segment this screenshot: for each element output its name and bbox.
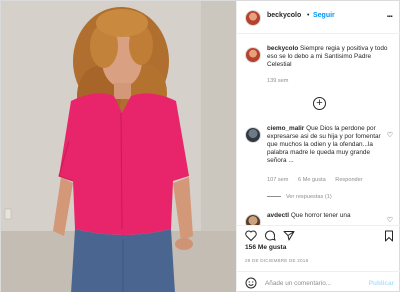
comment-text: avdectl Que horror tener una	[267, 212, 385, 220]
comment-icon[interactable]	[264, 230, 276, 241]
follow-button[interactable]: Seguir	[313, 12, 335, 19]
bookmark-icon[interactable]	[384, 230, 394, 242]
post-header: beckycolo • Seguir ...	[237, 1, 400, 34]
avatar[interactable]	[245, 10, 261, 26]
add-comment-bar: Añade un comentario... Publicar	[237, 271, 400, 292]
post-date: 29 DE DICIEMBRE DE 2018	[245, 258, 309, 263]
caption-text: beckycolo Siempre regia y positiva y tod…	[267, 45, 395, 69]
post-comment-button[interactable]: Publicar	[369, 280, 394, 287]
comment-text: ciemo_malir Que Dios la perdone por expr…	[267, 125, 385, 165]
comment-like-icon[interactable]: ♡	[387, 131, 393, 139]
comment-body: Que horror tener una	[290, 212, 351, 219]
comments-list[interactable]: beckycolo Siempre regia y positiva y tod…	[237, 35, 400, 225]
view-replies-button[interactable]: Ver respuestas (1)	[267, 194, 332, 200]
likes-count[interactable]: 156 Me gusta	[245, 244, 286, 251]
more-options-icon[interactable]: ...	[387, 9, 393, 20]
emoji-icon[interactable]	[245, 277, 257, 289]
action-bar	[237, 225, 400, 245]
comment-username[interactable]: ciemo_malir	[267, 125, 304, 132]
header-separator: •	[307, 12, 310, 19]
caption-username[interactable]: beckycolo	[267, 45, 298, 52]
caption-time[interactable]: 139 sem	[267, 78, 288, 84]
avatar[interactable]	[245, 47, 261, 63]
post-photo[interactable]	[1, 1, 236, 292]
heart-icon[interactable]	[245, 230, 257, 241]
header-username[interactable]: beckycolo	[267, 12, 301, 19]
instagram-post: beckycolo • Seguir ... beckycolo Siempre…	[0, 0, 400, 292]
load-more-comments-icon[interactable]: +	[313, 97, 326, 110]
comment-likes[interactable]: 6 Me gusta	[298, 177, 326, 183]
comment-like-icon[interactable]: ♡	[387, 216, 393, 224]
share-icon[interactable]	[283, 230, 295, 241]
avatar[interactable]	[245, 214, 261, 225]
comment-meta: 107 sem 6 Me gusta Responder	[267, 177, 371, 183]
comment-input[interactable]: Añade un comentario...	[265, 280, 331, 287]
woman-in-pink-shirt-image	[1, 1, 236, 292]
comment-time[interactable]: 107 sem	[267, 177, 288, 183]
reply-button[interactable]: Responder	[335, 177, 362, 183]
post-side-panel: beckycolo • Seguir ... beckycolo Siempre…	[236, 1, 400, 292]
comment-username[interactable]: avdectl	[267, 212, 289, 219]
avatar[interactable]	[245, 127, 261, 143]
